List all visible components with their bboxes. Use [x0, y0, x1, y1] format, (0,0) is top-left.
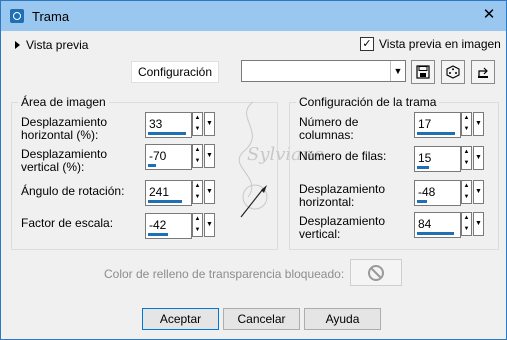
rotation-value: 241	[149, 185, 170, 199]
save-icon	[416, 65, 430, 79]
scale-label: Factor de escala:	[21, 216, 114, 230]
tile-v-offset-label-line2: vertical:	[299, 227, 341, 241]
rows-stepper[interactable]: ▲ ▼	[461, 146, 472, 170]
rotation-stepper[interactable]: ▲ ▼	[192, 180, 203, 204]
close-icon[interactable]: ✕	[480, 6, 498, 24]
preview-in-image-label: Vista previa en imagen	[379, 37, 501, 51]
transparency-color-button	[350, 259, 402, 286]
tile-h-offset-value: -48	[418, 185, 436, 199]
tile-h-offset-stepper[interactable]: ▲ ▼	[461, 180, 472, 204]
rotation-level	[148, 200, 182, 203]
configuration-button[interactable]: Configuración	[131, 61, 219, 83]
rows-level	[417, 166, 429, 169]
columns-stepper[interactable]: ▲ ▼	[461, 112, 472, 136]
tile-h-offset-label-line2: horizontal:	[299, 195, 355, 209]
preview-in-image-option[interactable]: ✓ Vista previa en imagen	[360, 37, 501, 51]
h-offset-value: 33	[149, 117, 163, 131]
randomize-button[interactable]	[441, 60, 465, 84]
columns-dropdown[interactable]: ▼	[473, 112, 484, 136]
expand-triangle-icon	[15, 41, 20, 49]
columns-level	[417, 132, 455, 135]
v-offset-stepper[interactable]: ▲ ▼	[192, 144, 203, 168]
tile-h-offset-spinner[interactable]: -48	[414, 180, 461, 206]
chevron-down-icon[interactable]: ▼	[390, 61, 405, 81]
preview-in-image-checkbox[interactable]: ✓	[360, 37, 374, 51]
accept-button[interactable]: Aceptar	[142, 308, 219, 330]
v-offset-label-line2: vertical (%):	[21, 160, 85, 174]
tile-v-offset-dropdown[interactable]: ▼	[473, 212, 484, 236]
tile-h-offset-dropdown[interactable]: ▼	[473, 180, 484, 204]
tile-v-offset-stepper[interactable]: ▲ ▼	[461, 212, 472, 236]
rotation-label: Ángulo de rotación:	[21, 184, 125, 198]
scale-stepper[interactable]: ▲ ▼	[192, 213, 203, 237]
h-offset-label: Desplazamiento horizontal (%):	[21, 116, 107, 142]
dice-icon	[446, 65, 460, 79]
h-offset-spinner[interactable]: 33	[145, 112, 192, 138]
v-offset-dropdown[interactable]: ▼	[204, 144, 215, 168]
window-title: Trama	[32, 9, 70, 24]
tile-config-legend: Configuración de la trama	[296, 95, 440, 109]
columns-spinner[interactable]: 17	[414, 112, 461, 138]
columns-label-line2: columnas:	[299, 128, 354, 142]
h-offset-stepper[interactable]: ▲ ▼	[192, 112, 203, 136]
columns-value: 17	[418, 117, 432, 131]
scale-level	[148, 233, 168, 236]
tile-v-offset-label: Desplazamiento vertical:	[299, 215, 385, 241]
rows-label: Número de filas:	[299, 149, 387, 163]
rows-value: 15	[418, 151, 432, 165]
cancel-button[interactable]: Cancelar	[223, 308, 300, 330]
help-button[interactable]: Ayuda	[304, 308, 381, 330]
app-icon	[10, 9, 24, 23]
transparency-lock-label: Color de relleno de transparencia bloque…	[104, 267, 345, 281]
rotation-dropdown[interactable]: ▼	[204, 180, 215, 204]
rotation-spinner[interactable]: 241	[145, 180, 192, 206]
scale-dropdown[interactable]: ▼	[204, 213, 215, 237]
reset-icon	[478, 67, 488, 78]
save-preset-button[interactable]	[411, 60, 435, 84]
v-offset-spinner[interactable]: -70	[145, 144, 192, 170]
rows-dropdown[interactable]: ▼	[473, 146, 484, 170]
preview-toggle[interactable]: Vista previa	[15, 38, 88, 52]
h-offset-level	[148, 132, 186, 135]
scale-value: -42	[149, 218, 167, 232]
tile-h-offset-label: Desplazamiento horizontal:	[299, 183, 385, 209]
tile-v-offset-level	[417, 232, 454, 235]
h-offset-label-line2: horizontal (%):	[21, 128, 99, 142]
v-offset-level	[148, 164, 156, 167]
v-offset-label: Desplazamiento vertical (%):	[21, 148, 107, 174]
preview-label: Vista previa	[26, 38, 89, 52]
v-offset-value: -70	[149, 149, 167, 163]
no-entry-icon	[368, 264, 384, 281]
tile-v-offset-spinner[interactable]: 84	[414, 212, 461, 238]
rows-spinner[interactable]: 15	[414, 146, 461, 172]
h-offset-dropdown[interactable]: ▼	[204, 112, 215, 136]
tile-h-offset-level	[417, 200, 427, 203]
title-bar: Trama ✕	[1, 1, 506, 31]
configuration-combo[interactable]: ▼	[241, 60, 406, 82]
image-area-legend: Área de imagen	[18, 95, 109, 109]
scale-spinner[interactable]: -42	[145, 213, 192, 239]
tile-v-offset-value: 84	[418, 217, 432, 231]
reset-button[interactable]	[471, 60, 495, 84]
dialog-window: Trama ✕ Vista previa ✓ Vista previa en i…	[0, 0, 507, 340]
columns-label: Número de columnas:	[299, 116, 358, 142]
